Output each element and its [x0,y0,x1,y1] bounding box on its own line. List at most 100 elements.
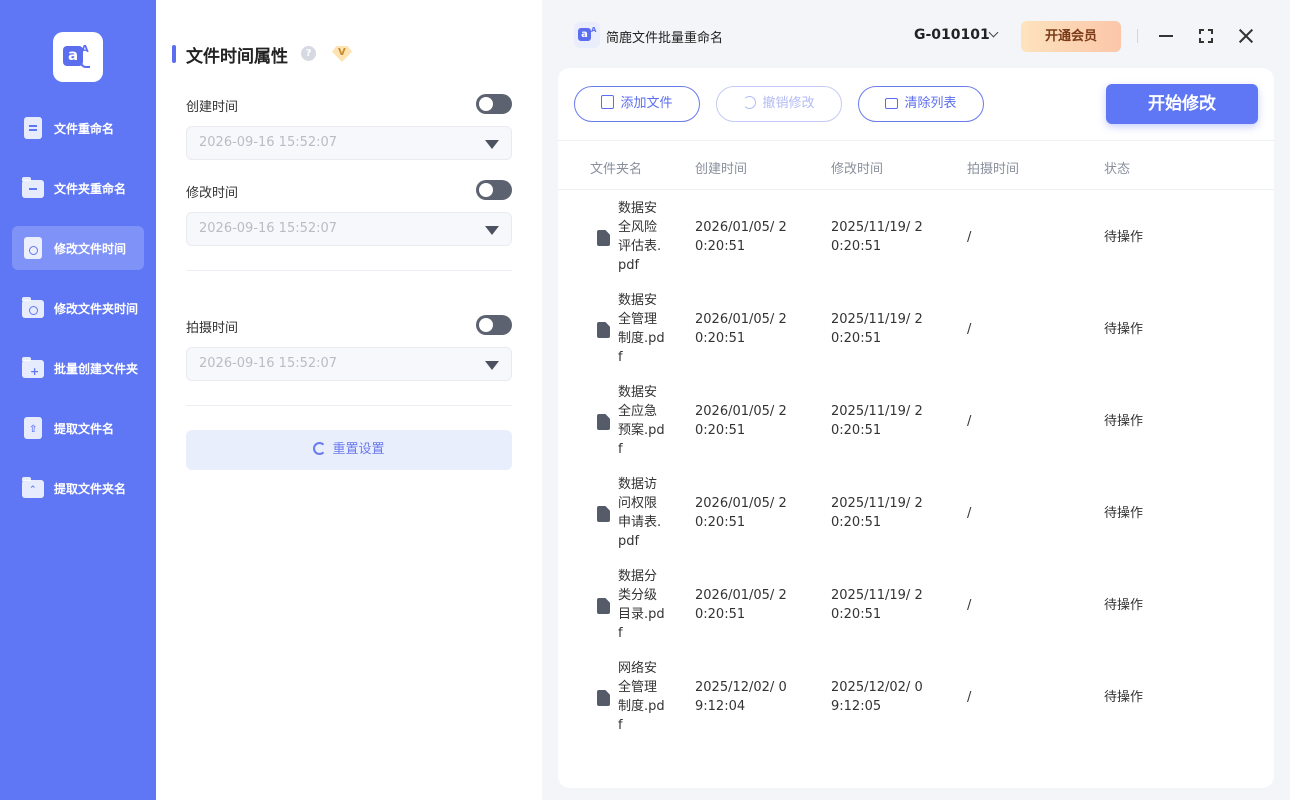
extract-foldername-icon: ⌃ [22,477,44,499]
cell-created: 2025/12/02/ 09:12:04 [695,680,787,714]
app-logo: a A [53,32,103,82]
folder-rename-icon [22,177,44,199]
sidebar-item-label: 文件夹重命名 [54,181,127,196]
shot-time-toggle[interactable] [476,315,512,335]
chevron-down-icon[interactable] [988,27,999,38]
modified-time-value: 2026-09-16 15:52:07 [199,221,338,236]
cell-shot: / [967,414,972,429]
file-icon [597,230,610,246]
minimize-icon[interactable] [1159,35,1173,37]
cell-status: 待操作 [1104,690,1144,705]
table-row[interactable]: 数据安全风险评估表.pdf 2026/01/05/ 20:20:51 2025/… [558,191,1274,283]
maximize-icon[interactable] [1199,29,1213,43]
cell-modified: 2025/11/19/ 20:20:51 [831,220,923,254]
table-row[interactable]: 网络安全管理制度.pdf 2025/12/02/ 09:12:04 2025/1… [558,651,1274,743]
file-icon [597,506,610,522]
cell-created: 2026/01/05/ 20:20:51 [695,312,787,346]
cell-name: 数据安全风险评估表.pdf [618,201,662,273]
vip-diamond-icon [332,44,352,64]
folder-add-icon: + [22,357,44,379]
cell-shot: / [967,598,972,613]
file-rename-icon [22,117,44,139]
help-icon[interactable]: ? [301,46,316,61]
cell-created: 2026/01/05/ 20:20:51 [695,404,787,438]
cell-created: 2026/01/05/ 20:20:51 [695,220,787,254]
column-header-modified: 修改时间 [831,162,884,177]
clear-list-button[interactable]: 清除列表 [858,86,984,122]
sidebar-item-label: 修改文件时间 [54,241,127,256]
app-icon: aA [574,22,600,48]
app-title: 简鹿文件批量重命名 [606,31,724,46]
table-row[interactable]: 数据安全管理制度.pdf 2026/01/05/ 20:20:51 2025/1… [558,283,1274,375]
created-time-toggle[interactable] [476,94,512,114]
sidebar-item-extract-foldername[interactable]: ⌃ 提取文件夹名 [12,466,144,510]
column-header-status: 状态 [1104,162,1131,177]
cell-shot: / [967,506,972,521]
cell-shot: / [967,230,972,245]
caret-down-icon [485,361,499,370]
file-time-icon [22,237,44,259]
folder-time-icon [22,297,44,319]
file-icon [597,690,610,706]
add-file-icon [601,95,615,109]
cell-status: 待操作 [1104,414,1144,429]
cell-status: 待操作 [1104,322,1144,337]
cell-shot: / [967,322,972,337]
caret-down-icon [485,226,499,235]
table-row[interactable]: 数据分类分级目录.pdf 2026/01/05/ 20:20:51 2025/1… [558,559,1274,651]
cell-name: 数据访问权限申请表.pdf [618,477,662,549]
panel-title: 文件时间属性 [186,47,288,67]
sidebar-item-file-rename[interactable]: 文件重命名 [12,106,144,150]
cell-created: 2026/01/05/ 20:20:51 [695,496,787,530]
file-list-card: 添加文件 撤销修改 清除列表 开始修改 文件夹名 创建时间 修改时间 拍摄时间 … [558,68,1274,788]
sidebar-item-folder-rename[interactable]: 文件夹重命名 [12,166,144,210]
shot-time-select[interactable]: 2026-09-16 15:52:07 [186,347,512,381]
column-header-shot: 拍摄时间 [967,162,1020,177]
divider [186,270,512,271]
divider [558,189,1274,190]
extract-filename-icon: ⇧ [22,417,44,439]
user-account-dropdown[interactable]: G-010101 [914,27,990,43]
sidebar: a A 文件重命名 文件夹重命名 修改文件时间 修改文件夹时间 + 批量创建文件… [0,0,156,800]
sidebar-item-folder-time[interactable]: 修改文件夹时间 [12,286,144,330]
divider [1137,29,1138,43]
cell-status: 待操作 [1104,230,1144,245]
sidebar-item-extract-filename[interactable]: ⇧ 提取文件名 [12,406,144,450]
cell-created: 2026/01/05/ 20:20:51 [695,588,787,622]
sidebar-item-label: 文件重命名 [54,121,115,136]
sidebar-item-file-time[interactable]: 修改文件时间 [12,226,144,270]
modified-time-label: 修改时间 [186,186,239,201]
created-time-value: 2026-09-16 15:52:07 [199,135,338,150]
cell-name: 网络安全管理制度.pdf [618,661,665,733]
created-time-label: 创建时间 [186,100,239,115]
divider [186,405,512,406]
sidebar-item-label: 提取文件夹名 [54,481,127,496]
start-modify-button[interactable]: 开始修改 [1106,84,1258,124]
divider [558,140,1274,141]
modified-time-select[interactable]: 2026-09-16 15:52:07 [186,212,512,246]
add-file-button[interactable]: 添加文件 [574,86,700,122]
cell-status: 待操作 [1104,506,1144,521]
column-header-created: 创建时间 [695,162,748,177]
modified-time-toggle[interactable] [476,180,512,200]
created-time-select[interactable]: 2026-09-16 15:52:07 [186,126,512,160]
sidebar-item-label: 修改文件夹时间 [54,301,139,316]
title-accent-bar [172,45,176,63]
undo-changes-button[interactable]: 撤销修改 [716,86,842,122]
reset-settings-button[interactable]: 重置设置 [186,430,512,470]
settings-panel: 文件时间属性 ? 创建时间 2026-09-16 15:52:07 修改时间 2… [156,0,542,800]
caret-down-icon [485,140,499,149]
cell-modified: 2025/11/19/ 20:20:51 [831,588,923,622]
cell-modified: 2025/12/02/ 09:12:05 [831,680,923,714]
table-row[interactable]: 数据访问权限申请表.pdf 2026/01/05/ 20:20:51 2025/… [558,467,1274,559]
close-icon[interactable] [1238,28,1254,44]
basket-icon [885,98,899,109]
shot-time-value: 2026-09-16 15:52:07 [199,356,338,371]
reset-label: 重置设置 [332,442,385,457]
cell-name: 数据安全管理制度.pdf [618,293,665,365]
vip-upgrade-button[interactable]: 开通会员 [1021,21,1121,52]
cell-modified: 2025/11/19/ 20:20:51 [831,496,923,530]
cell-shot: / [967,690,972,705]
table-row[interactable]: 数据安全应急预案.pdf 2026/01/05/ 20:20:51 2025/1… [558,375,1274,467]
sidebar-item-batch-create-folder[interactable]: + 批量创建文件夹 [12,346,144,390]
